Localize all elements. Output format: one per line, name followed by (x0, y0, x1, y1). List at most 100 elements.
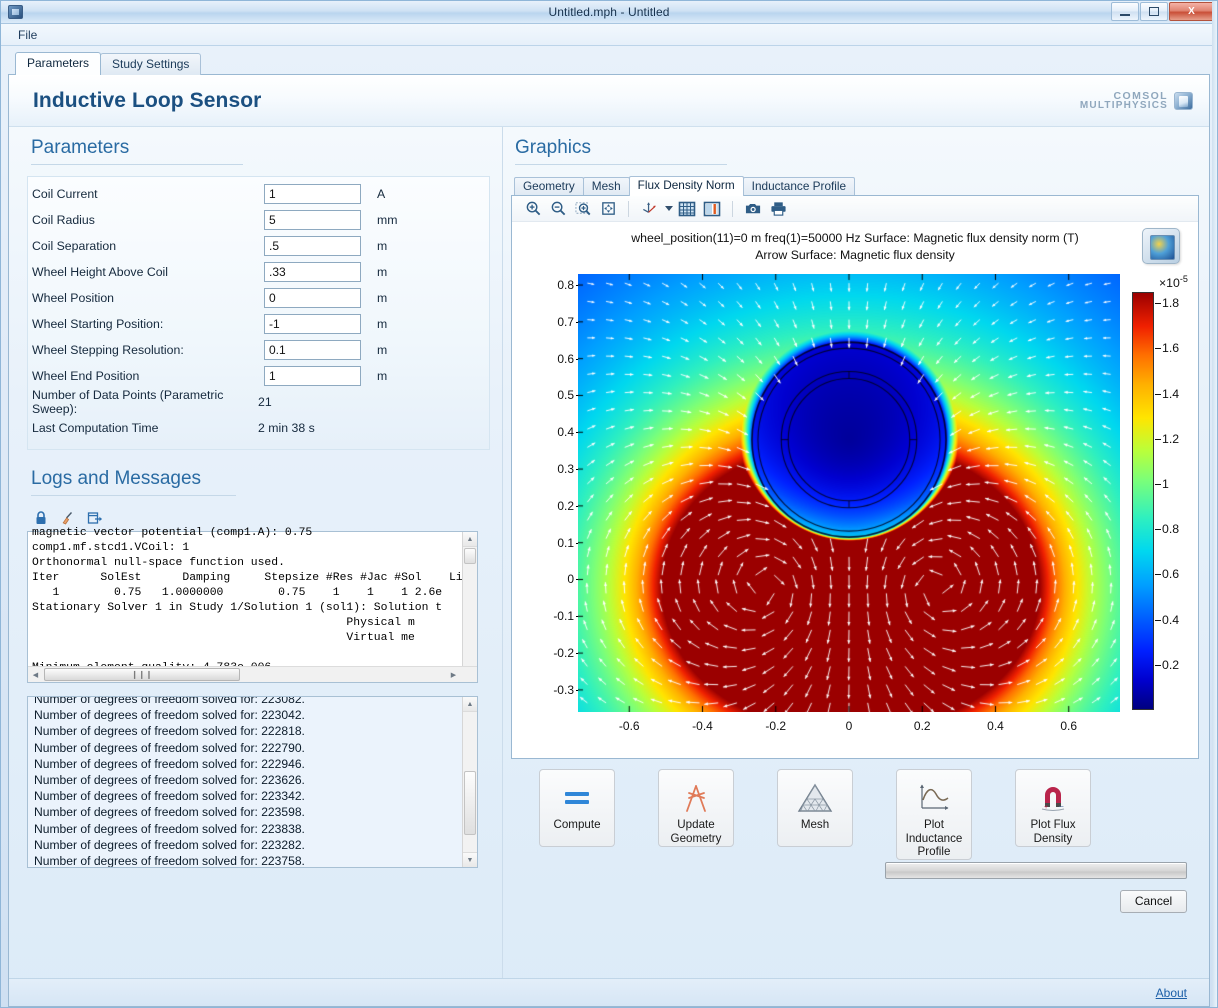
chevron-down-icon[interactable] (665, 206, 673, 211)
x-tick-label: 0.6 (1060, 719, 1078, 733)
colorbar: ×10-5 1.8 1.6 1.4 1.2 1 0.8 0.6 0.4 0.2 (1132, 274, 1198, 724)
broom-icon[interactable] (60, 510, 76, 526)
solver-log-hscrollbar[interactable]: ◀ ❙❙❙ ▶ (28, 666, 477, 682)
progress-row: Cancel (511, 860, 1199, 916)
colorbar-tick-label: 0.2 (1162, 657, 1180, 672)
print-icon[interactable] (767, 198, 789, 220)
solver-log-vscrollbar[interactable]: ▲ ▼ (462, 532, 477, 682)
button-label: Update Geometry (670, 818, 722, 845)
colorbar-exponent-value: -5 (1179, 274, 1188, 284)
wheel-starting-position-input[interactable] (264, 314, 361, 334)
param-label: Coil Separation (32, 239, 117, 253)
mesh-button[interactable]: Mesh (777, 769, 853, 847)
scroll-left-arrow[interactable]: ◀ (28, 667, 43, 682)
graphics-panel: wheel_position(11)=0 m freq(1)=50000 Hz … (511, 195, 1199, 759)
wheel-end-position-input[interactable] (264, 366, 361, 386)
param-label: Wheel Stepping Resolution: (32, 343, 184, 357)
main-split: Parameters Coil Current A Coil Radius mm (9, 127, 1209, 978)
comsol-logo: COMSOL MULTIPHYSICS (1080, 90, 1193, 111)
y-tick-label: 0.6 (557, 351, 574, 366)
camera-icon[interactable] (742, 198, 764, 220)
param-label: Last Computation Time (32, 421, 159, 435)
param-row-wheel-step: Wheel Stepping Resolution: m (28, 337, 489, 363)
scroll-up-arrow[interactable]: ▲ (463, 532, 477, 547)
param-label: Wheel Position (32, 291, 115, 305)
zoom-extents-icon[interactable] (597, 198, 619, 220)
axis-orientation-icon[interactable] (638, 198, 660, 220)
param-row-wheel-position: Wheel Position m (28, 285, 489, 311)
graphics-tabstrip: Geometry Mesh Flux Density Norm Inductan… (511, 176, 1199, 196)
compute-button[interactable]: Compute (539, 769, 615, 847)
export-icon[interactable] (87, 510, 103, 526)
colorbar-tick-label: 1.2 (1162, 431, 1180, 446)
wheel-position-input[interactable] (264, 288, 361, 308)
zoom-out-icon[interactable] (547, 198, 569, 220)
colorbar-tick-label: 0.8 (1162, 522, 1180, 537)
tab-geometry[interactable]: Geometry (514, 177, 584, 196)
param-label: Number of Data Points (Parametric Sweep)… (32, 388, 224, 416)
plot-axes: 0.8 0.7 0.6 0.5 0.4 0.3 0.2 0.1 0 -0.1 -0.2 -0.3 -0… (512, 274, 1198, 758)
zoom-box-icon[interactable] (572, 198, 594, 220)
progress-bar (885, 861, 1187, 879)
coil-separation-input[interactable] (264, 236, 361, 256)
window-title: Untitled.mph - Untitled (548, 5, 670, 19)
y-tick-label: -0.3 (553, 682, 574, 697)
hscroll-thumb[interactable]: ❙❙❙ (44, 668, 240, 681)
tab-inductance-profile[interactable]: Inductance Profile (742, 177, 856, 196)
coil-radius-input[interactable] (264, 210, 361, 230)
graphics-divider (515, 164, 727, 165)
minimize-button[interactable] (1111, 2, 1139, 21)
plot-area[interactable]: wheel_position(11)=0 m freq(1)=50000 Hz … (512, 222, 1198, 758)
x-tick-label: -0.4 (692, 719, 713, 733)
solver-log-text: magnetic vector potential (comp1.A): 0.7… (32, 527, 463, 666)
plot-flux-density-button[interactable]: + – Plot Flux Density (1015, 769, 1091, 847)
colorbar-tick-mark (1155, 664, 1161, 666)
tab-mesh[interactable]: Mesh (582, 177, 630, 196)
cancel-button[interactable]: Cancel (1120, 889, 1187, 913)
y-tick-label: 0.7 (557, 314, 574, 329)
svg-text:+: + (1044, 804, 1048, 811)
tab-flux-density-norm[interactable]: Flux Density Norm (628, 176, 744, 196)
wheel-height-input[interactable] (264, 262, 361, 282)
plot-inductance-profile-button[interactable]: Plot Inductance Profile (896, 769, 972, 860)
legend-toggle-icon[interactable] (701, 198, 723, 220)
y-tick-label: 0 (567, 572, 574, 587)
toolbar-separator (628, 200, 629, 217)
param-row-wheel-start: Wheel Starting Position: m (28, 311, 489, 337)
scroll-up-arrow[interactable]: ▲ (463, 697, 477, 712)
app-body: Parameters Study Settings Inductive Loop… (1, 46, 1217, 1007)
menu-item-file[interactable]: File (11, 26, 44, 44)
logs-section: Logs and Messages magnetic vector potent… (27, 468, 502, 978)
scroll-thumb[interactable] (464, 548, 476, 564)
messages-log-box[interactable]: Number of degrees of freedom solved for:… (27, 696, 478, 868)
orientation-cube-icon[interactable] (1142, 228, 1180, 264)
lock-icon[interactable] (33, 510, 49, 526)
zoom-in-icon[interactable] (522, 198, 544, 220)
coil-current-input[interactable] (264, 184, 361, 204)
plot-canvas[interactable] (578, 274, 1120, 712)
left-pane: Parameters Coil Current A Coil Radius mm (9, 127, 502, 978)
magnet-icon: + – (1036, 781, 1070, 815)
tab-study-settings[interactable]: Study Settings (100, 53, 202, 75)
graphics-heading: Graphics (515, 137, 592, 158)
toolbar-separator (732, 200, 733, 217)
close-button[interactable]: X (1169, 2, 1214, 21)
grid-toggle-icon[interactable] (676, 198, 698, 220)
scroll-down-arrow[interactable]: ▼ (463, 852, 477, 867)
colorbar-tick-label: 1.4 (1162, 386, 1180, 401)
curve-plot-icon (917, 781, 951, 815)
param-row-data-points: Number of Data Points (Parametric Sweep)… (28, 388, 489, 416)
tab-parameters[interactable]: Parameters (15, 52, 102, 75)
maximize-button[interactable] (1140, 2, 1168, 21)
page-title: Inductive Loop Sensor (33, 88, 262, 112)
scroll-right-arrow[interactable]: ▶ (446, 667, 461, 682)
about-link[interactable]: About (1156, 986, 1187, 1000)
triangle-mesh-icon (797, 781, 833, 815)
messages-log-vscrollbar[interactable]: ▲ ▼ (462, 697, 477, 867)
x-tick-label: -0.6 (618, 719, 640, 733)
solver-log-box[interactable]: magnetic vector potential (comp1.A): 0.7… (27, 527, 478, 683)
param-row-coil-current: Coil Current A (28, 181, 489, 207)
wheel-stepping-resolution-input[interactable] (264, 340, 361, 360)
update-geometry-button[interactable]: Update Geometry (658, 769, 734, 847)
scroll-thumb[interactable] (464, 771, 476, 835)
